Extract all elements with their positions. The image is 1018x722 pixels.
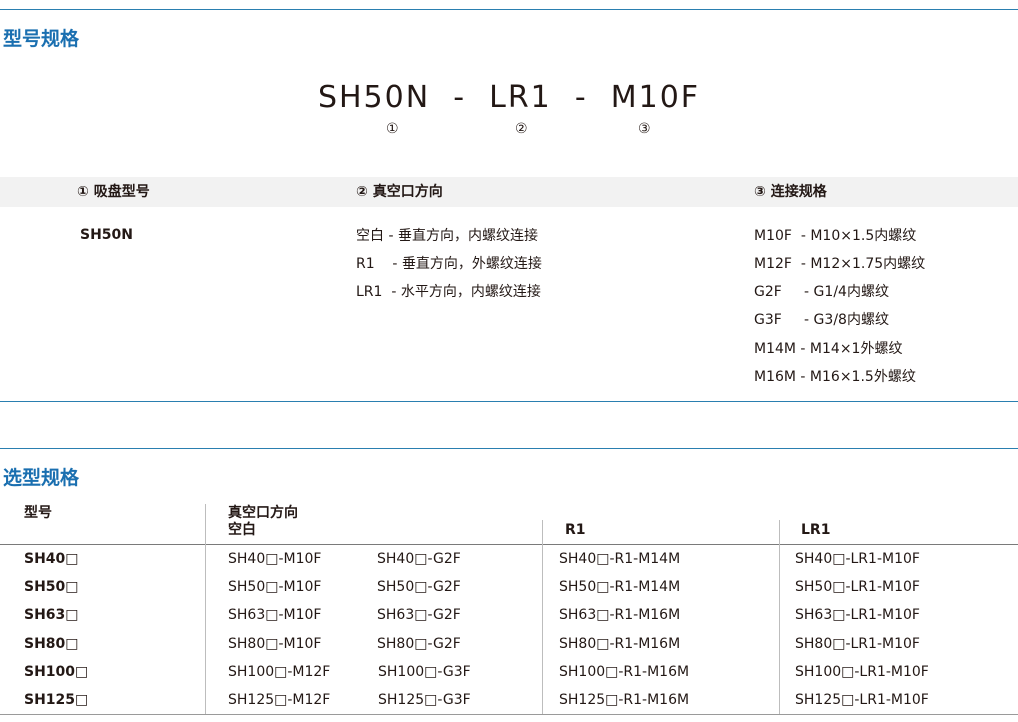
row-model: SH125□: [24, 692, 89, 708]
section1-bottom-rule: [0, 401, 1018, 402]
column-divider: [542, 520, 543, 714]
row-blank-b: SH63□-G2F: [377, 607, 461, 623]
row-r1: SH40□-R1-M14M: [559, 551, 681, 567]
column-divider: [779, 520, 780, 714]
row-model: SH100□: [24, 664, 89, 680]
section-title-selection: 选型规格: [3, 467, 80, 489]
row-blank-b: SH80□-G2F: [377, 636, 461, 652]
row-blank-a: SH125□-M12F: [228, 692, 331, 708]
row-lr1: SH40□-LR1-M10F: [795, 551, 920, 567]
marker-1: ①: [386, 121, 399, 137]
row-model: SH40□: [24, 551, 79, 567]
section-title-model-spec: 型号规格: [3, 28, 80, 50]
row-model: SH63□: [24, 607, 79, 623]
row-model: SH80□: [24, 636, 79, 652]
row-lr1: SH125□-LR1-M10F: [795, 692, 929, 708]
row-r1: SH63□-R1-M16M: [559, 607, 681, 623]
row-r1: SH50□-R1-M14M: [559, 579, 681, 595]
col-header-model: 型号: [24, 505, 52, 521]
direction-option: 空白 - 垂直方向，内螺纹连接: [356, 228, 538, 244]
header-connection-spec: ③ 连接规格: [754, 184, 827, 200]
col-header-lr1: LR1: [801, 522, 831, 538]
col-header-r1: R1: [565, 522, 586, 538]
spec-header-band: [0, 177, 1018, 207]
marker-3: ③: [638, 121, 651, 137]
connection-option: M16M - M16×1.5外螺纹: [754, 369, 916, 385]
row-r1: SH80□-R1-M16M: [559, 636, 681, 652]
section2-top-rule: [0, 448, 1018, 449]
row-r1: SH100□-R1-M16M: [559, 664, 690, 680]
model-code: SH50N - LR1 - M10F: [317, 80, 701, 115]
row-blank-a: SH80□-M10F: [228, 636, 322, 652]
row-blank-b: SH100□-G3F: [378, 664, 471, 680]
connection-option: M10F - M10×1.5内螺纹: [754, 228, 917, 244]
connection-option: M12F - M12×1.75内螺纹: [754, 256, 926, 272]
row-lr1: SH80□-LR1-M10F: [795, 636, 920, 652]
direction-option: R1 - 垂直方向，外螺纹连接: [356, 256, 542, 272]
table-bottom-rule: [0, 714, 1018, 715]
header-vacuum-direction: ② 真空口方向: [356, 184, 443, 200]
row-blank-a: SH40□-M10F: [228, 551, 322, 567]
table-header-rule: [0, 544, 1018, 545]
connection-option: G2F - G1/4内螺纹: [754, 284, 889, 300]
row-blank-a: SH50□-M10F: [228, 579, 322, 595]
row-r1: SH125□-R1-M16M: [559, 692, 690, 708]
row-blank-b: SH125□-G3F: [378, 692, 471, 708]
cup-model-value: SH50N: [80, 227, 133, 243]
top-rule: [0, 9, 1018, 10]
row-blank-a: SH63□-M10F: [228, 607, 322, 623]
row-blank-a: SH100□-M12F: [228, 664, 331, 680]
row-lr1: SH100□-LR1-M10F: [795, 664, 929, 680]
col-header-direction: 真空口方向: [228, 505, 298, 521]
row-model: SH50□: [24, 579, 79, 595]
marker-2: ②: [515, 121, 528, 137]
column-divider: [205, 504, 206, 714]
col-header-blank: 空白: [228, 522, 256, 538]
direction-option: LR1 - 水平方向，内螺纹连接: [356, 284, 541, 300]
header-cup-model: ① 吸盘型号: [77, 184, 150, 200]
row-lr1: SH63□-LR1-M10F: [795, 607, 920, 623]
row-lr1: SH50□-LR1-M10F: [795, 579, 920, 595]
row-blank-b: SH40□-G2F: [377, 551, 461, 567]
connection-option: G3F - G3/8内螺纹: [754, 312, 889, 328]
row-blank-b: SH50□-G2F: [377, 579, 461, 595]
connection-option: M14M - M14×1外螺纹: [754, 341, 903, 357]
